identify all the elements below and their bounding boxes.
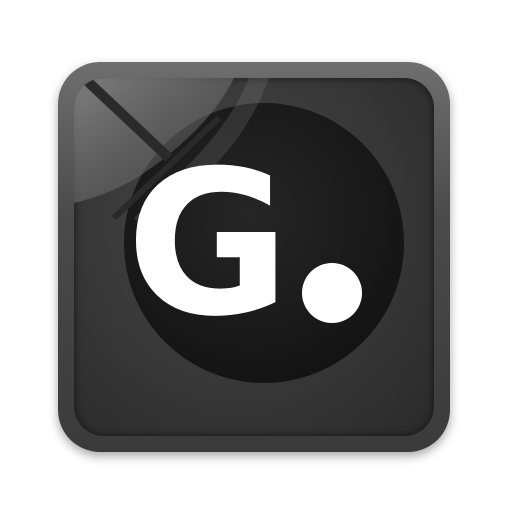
g-app-icon[interactable]: G: [58, 62, 450, 452]
icon-face: G: [74, 78, 434, 436]
letter-g: G: [126, 128, 290, 361]
icon-canvas: G: [0, 0, 512, 512]
period-dot: [302, 263, 362, 323]
icon-artwork: G: [74, 78, 404, 383]
